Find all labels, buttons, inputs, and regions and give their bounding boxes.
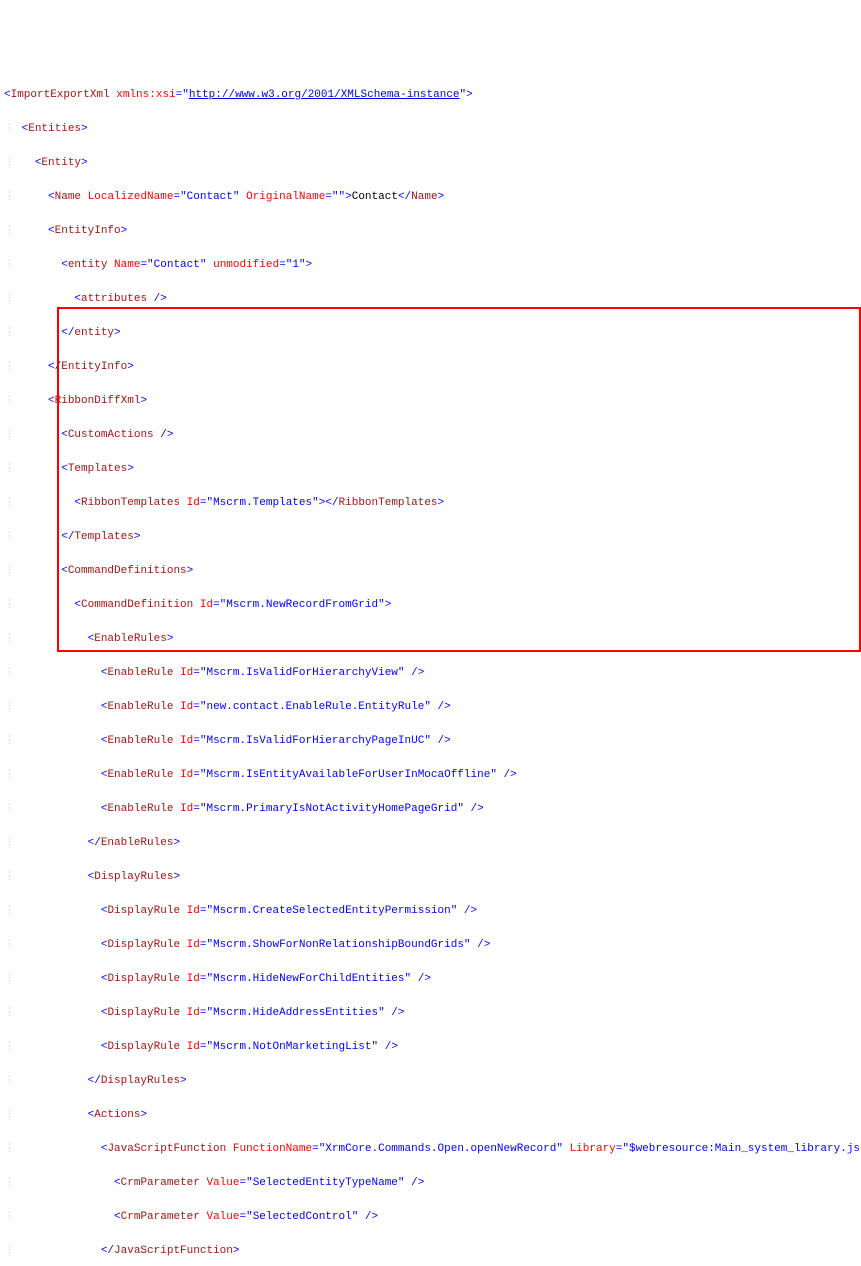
xml-schema-url[interactable]: http://www.w3.org/2001/XMLSchema-instanc… <box>189 89 460 101</box>
xml-code-block: <ImportExportXml xmlns:xsi="http://www.w… <box>4 70 857 1266</box>
